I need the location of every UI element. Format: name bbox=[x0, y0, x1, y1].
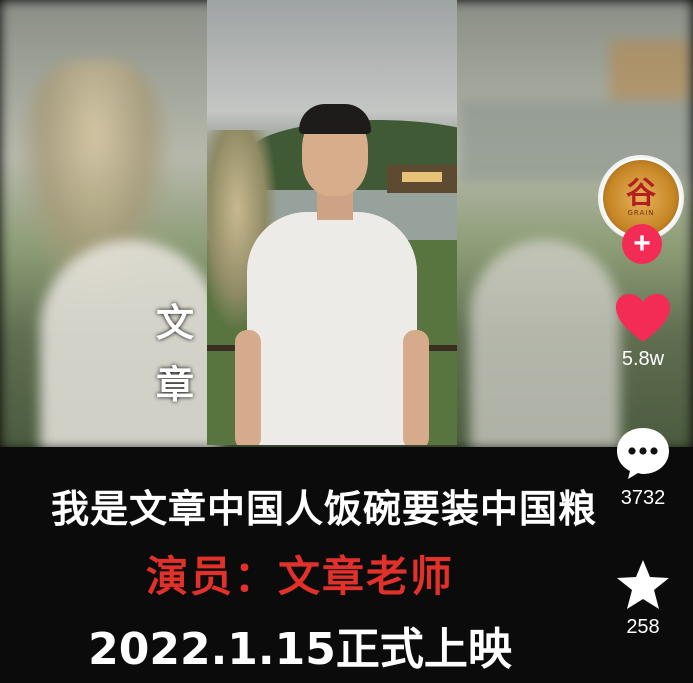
caption-line-3: 2022.1.15正式上映 bbox=[88, 624, 512, 675]
like-count: 5.8w bbox=[621, 348, 665, 370]
vertical-name-overlay: 文 章 bbox=[150, 292, 200, 416]
author-logo-sub: GRAIN bbox=[627, 209, 655, 217]
star-icon bbox=[617, 560, 669, 609]
vertical-name-char: 文 bbox=[155, 300, 194, 345]
caption-line-2: 演员：文章老师 bbox=[145, 552, 454, 601]
author-logo-char: 谷 bbox=[626, 176, 656, 211]
favorite-count: 258 bbox=[626, 616, 660, 638]
video-frame[interactable] bbox=[207, 0, 457, 445]
favorite-button[interactable]: 258 bbox=[600, 558, 686, 639]
comment-button[interactable]: 3732 bbox=[600, 425, 686, 510]
comment-icon bbox=[617, 428, 669, 479]
heart-icon bbox=[616, 294, 670, 342]
follow-button[interactable]: + bbox=[622, 224, 662, 264]
caption-line-1: 我是文章中国人饭碗要装中国粮 bbox=[50, 487, 597, 531]
like-button[interactable]: 5.8w bbox=[600, 292, 686, 371]
comment-count: 3732 bbox=[620, 487, 666, 509]
vertical-name-char: 章 bbox=[155, 362, 194, 407]
